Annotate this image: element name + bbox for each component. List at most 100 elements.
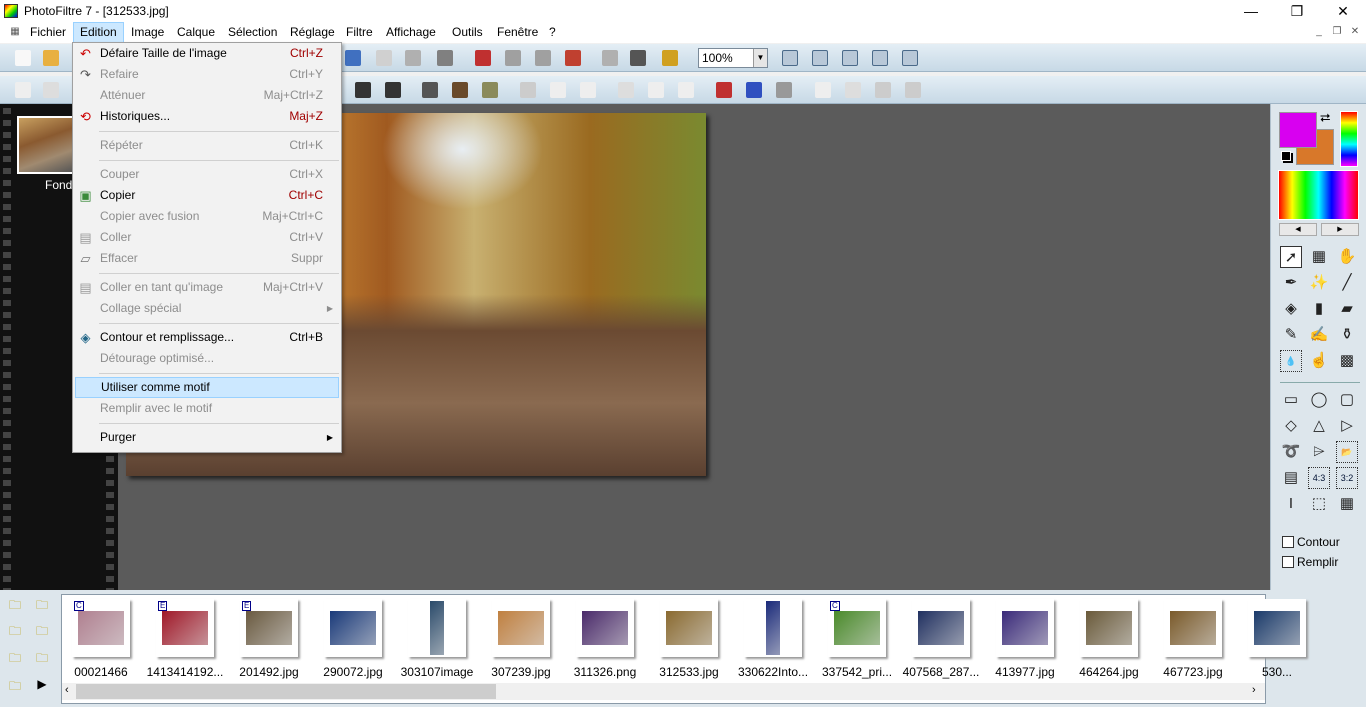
folder-grid-icon[interactable]: 🗀 bbox=[6, 677, 24, 695]
fullscreen-icon[interactable] bbox=[902, 50, 918, 66]
file-name[interactable]: 337542_pri... bbox=[815, 665, 899, 679]
menu-item-detourage-optimise[interactable]: Détourage optimisé... bbox=[73, 348, 341, 369]
file-name[interactable]: 303107image bbox=[395, 665, 479, 679]
actual-size-icon[interactable] bbox=[872, 50, 888, 66]
eraser-icon[interactable]: ▰ bbox=[1336, 298, 1358, 320]
menu-affichage[interactable]: Affichage bbox=[380, 22, 442, 43]
menu-edition[interactable]: Edition bbox=[73, 22, 124, 43]
file-thumbnail[interactable] bbox=[408, 599, 466, 657]
menu-item-attenuer[interactable]: Atténuer Maj+Ctrl+Z bbox=[73, 85, 341, 106]
file-thumbnail[interactable]: C bbox=[828, 599, 886, 657]
menu-item-historiques[interactable]: ⟲ Historiques... Maj+Z bbox=[73, 106, 341, 127]
ratio-3-2-icon[interactable]: 3:2 bbox=[1336, 467, 1358, 489]
toolbar-icon[interactable] bbox=[662, 50, 678, 66]
ratio-4-3-icon[interactable]: 4:3 bbox=[1308, 467, 1330, 489]
menu-rglage[interactable]: Réglage bbox=[284, 22, 341, 43]
remplir-checkbox[interactable] bbox=[1282, 556, 1294, 568]
file-thumbnail[interactable] bbox=[576, 599, 634, 657]
file-name[interactable]: 312533.jpg bbox=[647, 665, 731, 679]
toolbar-icon[interactable] bbox=[776, 82, 792, 98]
menu-item-coller-en-tant-quimage[interactable]: ▤ Coller en tant qu'image Maj+Ctrl+V bbox=[73, 277, 341, 298]
file-name[interactable]: 00021466 bbox=[59, 665, 143, 679]
contour-checkbox[interactable] bbox=[1282, 536, 1294, 548]
menu-item-utiliser-comme-motif[interactable]: Utiliser comme motif bbox=[75, 377, 339, 398]
close-button[interactable]: ✕ bbox=[1320, 0, 1366, 22]
rectangle-icon[interactable]: ▭ bbox=[1280, 389, 1302, 411]
foreground-color-swatch[interactable] bbox=[1279, 112, 1317, 148]
file-thumbnail[interactable] bbox=[744, 599, 802, 657]
file-thumbnail[interactable] bbox=[996, 599, 1054, 657]
menu-item-copier[interactable]: ▣ Copier Ctrl+C bbox=[73, 185, 341, 206]
clone-portrait-icon[interactable]: ▩ bbox=[1336, 350, 1358, 372]
file-thumbnail[interactable] bbox=[492, 599, 550, 657]
toolbar-icon[interactable] bbox=[355, 82, 371, 98]
smudge-finger-icon[interactable]: ☝ bbox=[1308, 350, 1330, 372]
folder-image-icon[interactable]: 🗀 bbox=[33, 596, 51, 614]
toolbar-icon[interactable] bbox=[505, 50, 521, 66]
mdi-restore-icon[interactable]: ❐ bbox=[1330, 25, 1344, 39]
toolbar-icon[interactable] bbox=[482, 82, 498, 98]
toolbar-icon[interactable] bbox=[385, 82, 401, 98]
palette-next-button[interactable]: ▶ bbox=[1321, 223, 1359, 236]
menu-item-remplir-avec-le-motif[interactable]: Remplir avec le motif bbox=[73, 398, 341, 419]
toolbar-icon[interactable] bbox=[405, 50, 421, 66]
palette-prev-button[interactable]: ◀ bbox=[1279, 223, 1317, 236]
toolbar-icon[interactable] bbox=[376, 50, 392, 66]
folder-select-icon[interactable]: 🗀 bbox=[6, 649, 24, 667]
crop-frame-icon[interactable]: ⬚ bbox=[1308, 493, 1330, 515]
toolbar-icon[interactable] bbox=[618, 82, 634, 98]
toolbar-icon[interactable] bbox=[580, 82, 596, 98]
folder-crop-icon[interactable]: 🗀 bbox=[33, 649, 51, 667]
file-name[interactable]: 1413414192... bbox=[143, 665, 227, 679]
menu-outils[interactable]: Outils bbox=[446, 22, 489, 43]
diamond-icon[interactable]: ◇ bbox=[1280, 415, 1302, 437]
magic-wand-icon[interactable]: ✨ bbox=[1308, 272, 1330, 294]
settings-window-icon[interactable]: ▦ bbox=[1336, 493, 1358, 515]
menu-image[interactable]: Image bbox=[125, 22, 170, 43]
menu-item-refaire[interactable]: ↷ Refaire Ctrl+Y bbox=[73, 64, 341, 85]
mdi-minimize-icon[interactable]: _ bbox=[1312, 25, 1326, 39]
expand-arrow-icon[interactable]: ▶ bbox=[33, 677, 51, 695]
maximize-button[interactable]: ❐ bbox=[1274, 0, 1320, 22]
selection-layer-icon[interactable]: ▦ bbox=[1308, 246, 1330, 268]
toolbar-icon[interactable] bbox=[520, 82, 536, 98]
file-name[interactable]: 530... bbox=[1235, 665, 1319, 679]
toolbar-icon[interactable] bbox=[815, 82, 831, 98]
line-icon[interactable]: ╱ bbox=[1336, 272, 1358, 294]
blur-drop-icon[interactable]: 💧 bbox=[1280, 350, 1302, 372]
file-thumbnail[interactable]: C bbox=[72, 599, 130, 657]
select-arrow-icon[interactable]: ➚ bbox=[1280, 246, 1302, 268]
fit-image-icon[interactable] bbox=[842, 50, 858, 66]
advanced-brush-icon[interactable]: ✍ bbox=[1308, 324, 1330, 346]
menu-filtre[interactable]: Filtre bbox=[340, 22, 379, 43]
toolbar-icon[interactable] bbox=[565, 50, 581, 66]
select-all-icon[interactable]: ▤ bbox=[1280, 467, 1302, 489]
scroll-right-icon[interactable]: › bbox=[1252, 684, 1256, 696]
toolbar-icon[interactable] bbox=[437, 50, 453, 66]
toolbar-icon[interactable] bbox=[475, 50, 491, 66]
menu-item-collage-special[interactable]: Collage spécial ▶ bbox=[73, 298, 341, 319]
file-thumbnail[interactable]: E bbox=[156, 599, 214, 657]
zoom-out-icon[interactable] bbox=[812, 50, 828, 66]
file-thumbnail[interactable] bbox=[1248, 599, 1306, 657]
hue-slider[interactable] bbox=[1340, 111, 1358, 167]
reset-colors-icon[interactable] bbox=[1281, 151, 1291, 161]
spray-icon[interactable]: ▮ bbox=[1308, 298, 1330, 320]
brush-icon[interactable]: ✎ bbox=[1280, 324, 1302, 346]
menu-item-effacer[interactable]: ▱ Effacer Suppr bbox=[73, 248, 341, 269]
toolbar-icon[interactable] bbox=[345, 50, 361, 66]
file-thumbnail[interactable] bbox=[1164, 599, 1222, 657]
toolbar-icon[interactable] bbox=[716, 82, 732, 98]
menu-item-defaire-taille-de-limage[interactable]: ↶ Défaire Taille de l'image Ctrl+Z bbox=[73, 43, 341, 64]
toolbar-icon[interactable] bbox=[648, 82, 664, 98]
file-name[interactable]: 464264.jpg bbox=[1067, 665, 1151, 679]
polygon-lasso-icon[interactable]: ⌲ bbox=[1308, 441, 1330, 463]
menu-fichier[interactable]: Fichier bbox=[24, 22, 72, 43]
layer-thumbnail[interactable] bbox=[17, 116, 75, 174]
paint-bucket-icon[interactable]: ◈ bbox=[1280, 298, 1302, 320]
toolbar-icon[interactable] bbox=[43, 50, 59, 66]
horizontal-scrollbar[interactable]: ‹ › bbox=[62, 683, 1265, 700]
zoom-select[interactable]: 100% ▼ bbox=[698, 48, 768, 68]
toolbar-icon[interactable] bbox=[452, 82, 468, 98]
toolbar-icon[interactable] bbox=[746, 82, 762, 98]
